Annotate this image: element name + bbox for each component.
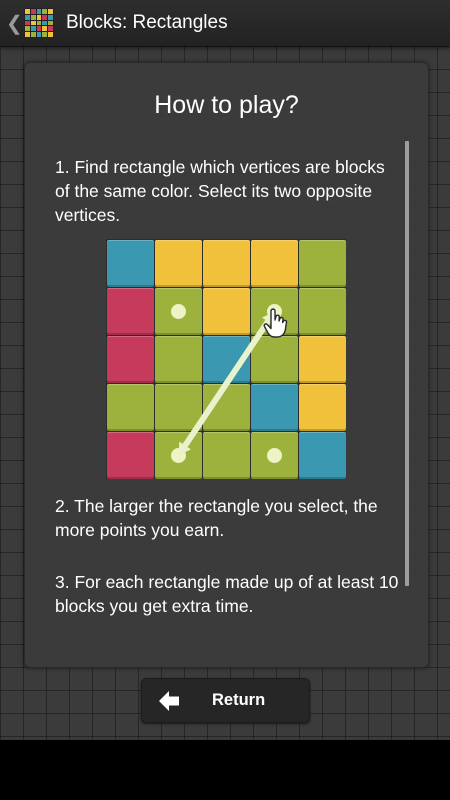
app-icon-cell	[30, 26, 36, 32]
app-icon[interactable]	[24, 8, 54, 38]
arrow-shaft	[182, 319, 271, 448]
chevron-left-icon[interactable]: ❮	[6, 11, 23, 36]
app-icon-cell	[48, 32, 53, 37]
app-icon-cell	[36, 26, 42, 32]
app-icon-cell	[25, 9, 30, 14]
app-icon-cell	[48, 26, 53, 32]
app-icon-cell	[30, 9, 36, 14]
return-button[interactable]: Return	[141, 678, 310, 723]
app-icon-cell	[36, 32, 42, 37]
instruction-step-1: 1. Find rectangle which vertices are blo…	[55, 157, 385, 225]
app-icon-cell	[42, 32, 48, 37]
app-icon-cell	[48, 14, 53, 20]
app-icon-cell	[36, 20, 42, 26]
app-icon-cell	[36, 14, 42, 20]
action-bar: ❮ Blocks: Rectangles	[0, 0, 450, 46]
selection-arrow	[178, 311, 275, 456]
scrollbar[interactable]	[405, 141, 409, 586]
app-icon-cell	[25, 14, 30, 20]
app-icon-cell	[48, 20, 53, 26]
example-board	[106, 239, 346, 479]
app-icon-cell	[42, 26, 48, 32]
app-icon-cell	[25, 32, 30, 37]
app-icon-cell	[25, 26, 30, 32]
navigation-bar	[0, 740, 450, 800]
screen: ❮ Blocks: Rectangles How to play? 1. Fin…	[0, 0, 450, 740]
app-title: Blocks: Rectangles	[66, 12, 228, 33]
help-panel: How to play? 1. Find rectangle which ver…	[24, 62, 429, 668]
panel-title: How to play?	[154, 91, 299, 119]
app-icon-cell	[42, 14, 48, 20]
app-icon-cell	[30, 20, 36, 26]
instruction-step-2: 2. The larger the rectangle you select, …	[55, 496, 378, 540]
return-label: Return	[212, 691, 266, 709]
app-icon-cell	[42, 20, 48, 26]
app-icon-cell	[30, 32, 36, 37]
arrow-left-icon	[159, 691, 179, 711]
app-icon-cell	[48, 9, 53, 14]
hand-pointer-icon	[263, 308, 288, 338]
app-icon-cell	[36, 9, 42, 14]
instruction-step-3: 3. For each rectangle made up of at leas…	[55, 572, 399, 616]
app-icon-cell	[42, 9, 48, 14]
app-icon-cell	[30, 14, 36, 20]
app-icon-cell	[25, 20, 30, 26]
